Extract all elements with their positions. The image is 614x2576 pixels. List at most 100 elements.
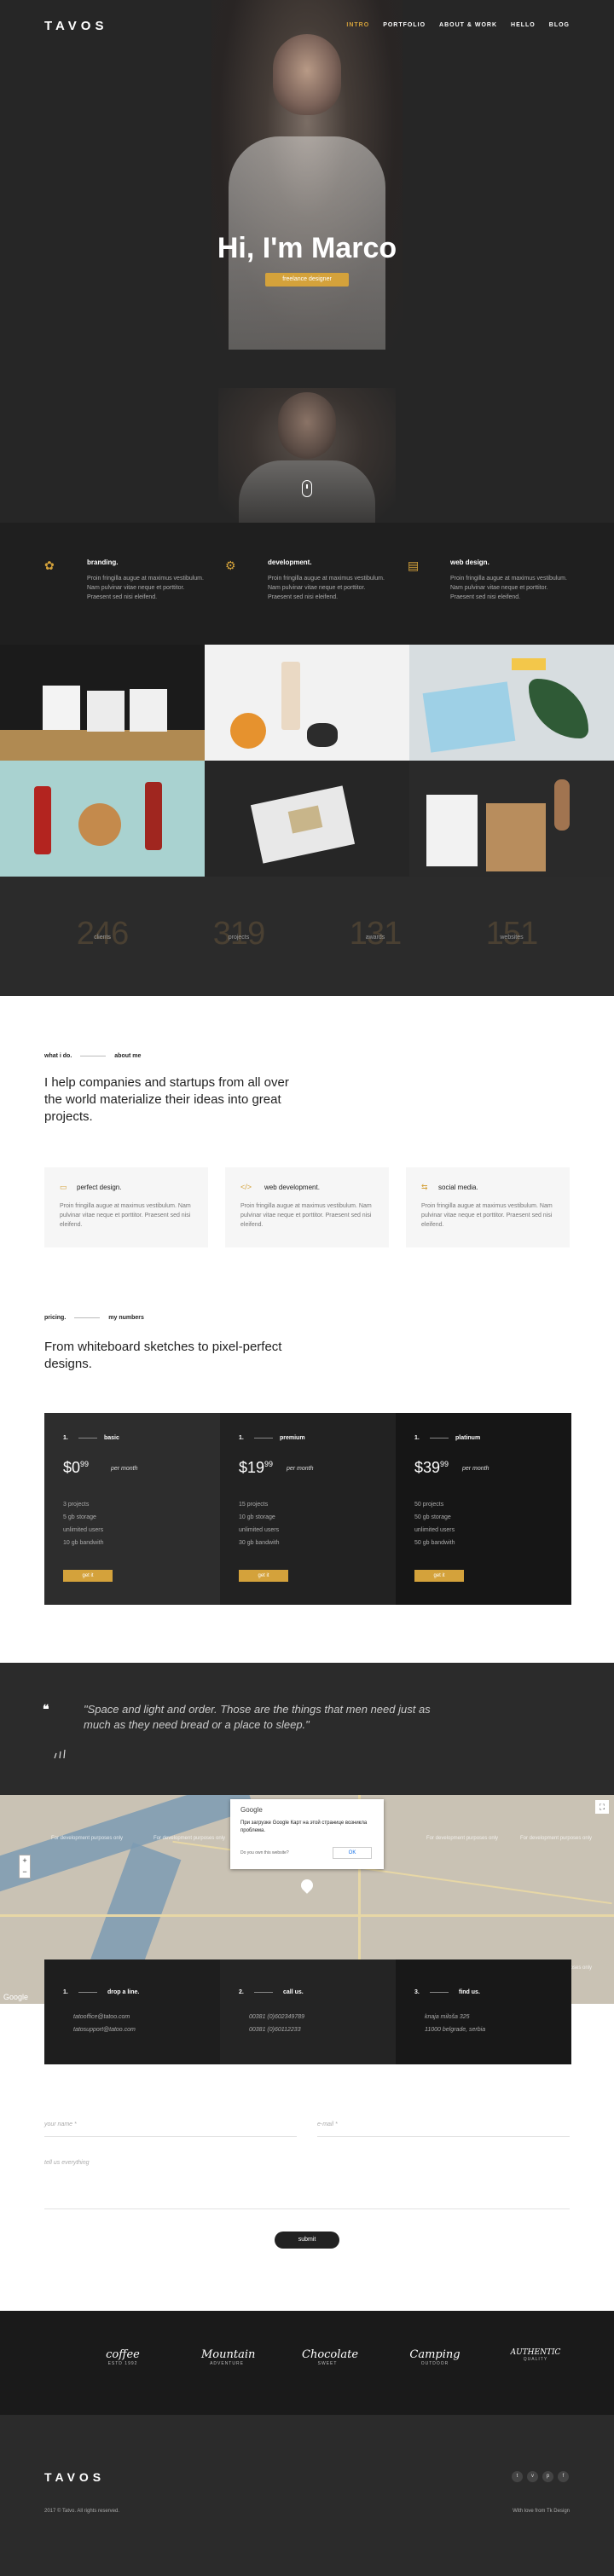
phone-link[interactable]: 00381 (0)602349789 — [249, 2011, 304, 2023]
get-it-button[interactable]: get it — [414, 1570, 464, 1582]
service-title: branding. — [87, 559, 119, 566]
email-field[interactable]: e-mail * — [317, 2122, 570, 2137]
contact-address: 3. find us. knaja miloša 325 11000 belgr… — [396, 1959, 571, 2064]
portfolio-item-bottles[interactable] — [0, 761, 205, 877]
code-icon: </> — [240, 1183, 252, 1191]
feature-item: 5 gb storage — [63, 1514, 96, 1520]
contact-number: 3. — [414, 1989, 420, 1995]
map-zoom-control[interactable]: + − — [19, 1855, 31, 1878]
contact-divider — [430, 1992, 449, 1993]
tab-my-numbers[interactable]: my numbers — [108, 1315, 144, 1321]
name-field[interactable]: your name * — [44, 2122, 297, 2137]
box-shape — [87, 691, 125, 732]
nav-item-blog[interactable]: BLOG — [549, 22, 570, 28]
web-design-icon: ▤ — [408, 559, 420, 572]
clients-section: coffee ESTD 1992 Mountain ADVENTURE Choc… — [0, 2311, 614, 2415]
card-desc: Proin fringilla augue at maximus vestibu… — [240, 1203, 372, 1228]
portfolio-item-packaging[interactable] — [0, 645, 205, 761]
folder-shape — [486, 803, 546, 871]
pricing-plan-platinum: 1. platinum $3999 per month 50 projects … — [396, 1413, 571, 1605]
submit-button[interactable]: submit — [275, 2232, 339, 2249]
get-it-button[interactable]: get it — [63, 1570, 113, 1582]
google-logo[interactable]: Google — [3, 1993, 28, 2001]
branding-icon: ✿ — [44, 559, 55, 572]
map-road — [0, 1914, 614, 1917]
hero-title: Hi, I'm Marco — [217, 232, 397, 264]
feature-item: 10 gb bandwith — [63, 1540, 104, 1546]
pricing-heading: From whiteboard sketches to pixel-perfec… — [44, 1340, 282, 1371]
pricing-tabs: pricing. my numbers — [44, 1315, 144, 1321]
client-logo-authentic[interactable]: AUTHENTIC QUALITY — [510, 2348, 561, 2362]
plan-period: per month — [462, 1466, 489, 1472]
about-tabs: what i do. about me — [44, 1053, 141, 1059]
plan-features: 15 projects 10 gb storage unlimited user… — [239, 1498, 279, 1549]
dialog-question-link[interactable]: Do you own this website? — [240, 1850, 289, 1855]
contact-number: 1. — [63, 1989, 68, 1995]
portfolio-item-branding[interactable] — [409, 761, 614, 877]
message-field[interactable]: tell us everything — [44, 2160, 570, 2209]
share-icon: ⇆ — [421, 1183, 428, 1191]
counters-section: 246 clients 319 projects 131 awards 151 … — [0, 877, 614, 996]
counter-projects: 319 projects — [188, 916, 290, 952]
feature-item: 3 projects — [63, 1502, 90, 1508]
client-name: Camping — [409, 2348, 460, 2361]
tab-about-me[interactable]: about me — [114, 1053, 141, 1059]
service-desc: Proin fringilla augue at maximus vestibu… — [450, 576, 567, 600]
contact-title: drop a line. — [107, 1989, 140, 1995]
signature-icon — [54, 1749, 66, 1759]
phone-link[interactable]: 00381 (0)60112233 — [249, 2023, 304, 2036]
about-card-social-media: ⇆ social media. Proin fringilla augue at… — [406, 1167, 570, 1247]
facebook-icon[interactable]: f — [558, 2471, 569, 2482]
dialog-ok-button[interactable]: OK — [333, 1847, 372, 1859]
nav-item-intro[interactable]: INTRO — [346, 22, 369, 28]
price-value: $0 — [63, 1459, 81, 1476]
paper-shape — [426, 795, 478, 866]
vimeo-icon[interactable]: v — [527, 2471, 538, 2482]
hero-photo-secondary-head — [278, 392, 336, 459]
tab-what-i-do[interactable]: what i do. — [44, 1053, 72, 1059]
client-logo-mountain[interactable]: Mountain ADVENTURE — [201, 2348, 255, 2366]
feature-item: unlimited users — [414, 1527, 455, 1533]
fullscreen-icon[interactable]: ⛶ — [595, 1800, 609, 1814]
feature-item: 50 projects — [414, 1502, 444, 1508]
nav-item-hello[interactable]: HELLO — [511, 22, 536, 28]
client-name: Chocolate — [302, 2348, 359, 2361]
email-link[interactable]: tatosupport@tatoo.com — [73, 2023, 136, 2036]
about-card-web-development: </> web development. Proin fringilla aug… — [225, 1167, 389, 1247]
pinterest-icon[interactable]: p — [542, 2471, 553, 2482]
plant-shape — [307, 723, 338, 747]
bottle-shape — [34, 786, 51, 854]
contact-divider — [254, 1992, 273, 1993]
client-sub: ADVENTURE — [210, 2361, 244, 2366]
portfolio-item-product[interactable] — [205, 645, 409, 761]
tab-pricing[interactable]: pricing. — [44, 1315, 66, 1321]
plan-features: 50 projects 50 gb storage unlimited user… — [414, 1498, 455, 1549]
portfolio-item-paper[interactable] — [205, 761, 409, 877]
email-link[interactable]: tatooffice@tatoo.com — [73, 2011, 136, 2023]
nav-item-about-work[interactable]: ABOUT & WORK — [439, 22, 497, 28]
client-logo-chocolate[interactable]: Chocolate SWEET — [302, 2348, 359, 2366]
price-cents: 99 — [80, 1460, 90, 1468]
address-line: 11000 belgrade, serbia — [425, 2027, 486, 2033]
plan-number: 1. — [63, 1435, 68, 1441]
tab-divider — [74, 1317, 101, 1318]
contact-values: 00381 (0)602349789 00381 (0)60112233 — [249, 2011, 304, 2036]
dialog-title: Google — [240, 1806, 263, 1814]
client-logo-coffee[interactable]: coffee ESTD 1992 — [97, 2348, 148, 2366]
site-logo[interactable]: TAVOS — [44, 19, 107, 33]
contact-phone: 2. call us. 00381 (0)602349789 00381 (0)… — [220, 1959, 396, 2064]
portfolio-item-stationery[interactable] — [409, 645, 614, 761]
wood-surface — [0, 730, 205, 761]
footer-logo[interactable]: TAVOS — [44, 2470, 105, 2484]
service-title: development. — [268, 559, 312, 566]
client-logo-camping[interactable]: Camping OUTDOOR — [409, 2348, 460, 2366]
scroll-mouse-icon[interactable] — [302, 480, 312, 497]
plan-features: 3 projects 5 gb storage unlimited users … — [63, 1498, 103, 1549]
hero-tag-button[interactable]: freelance designer — [265, 273, 349, 287]
price-value: $19 — [239, 1459, 265, 1476]
twitter-icon[interactable]: t — [512, 2471, 523, 2482]
nav-item-portfolio[interactable]: PORTFOLIO — [383, 22, 426, 28]
feature-item: 10 gb storage — [239, 1514, 275, 1520]
get-it-button[interactable]: get it — [239, 1570, 288, 1582]
about-heading: I help companies and startups from all o… — [44, 1075, 289, 1124]
